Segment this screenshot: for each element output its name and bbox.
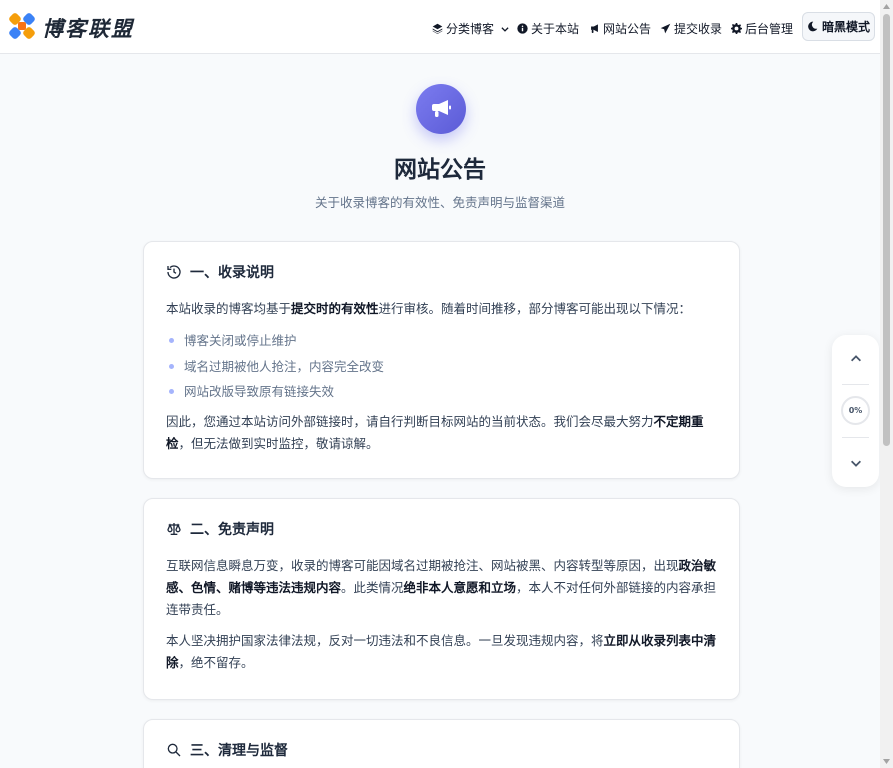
announcement-hero-icon	[416, 84, 466, 134]
section-card-disclaimer: 二、免责声明 互联网信息瞬息万变，收录的博客可能因域名过期被抢注、网站被黑、内容…	[143, 498, 740, 700]
list-item: 博客关闭或停止维护	[166, 328, 717, 354]
gear-icon	[731, 23, 742, 34]
nav-admin[interactable]: 后台管理	[731, 20, 793, 37]
bullhorn-icon	[432, 100, 451, 117]
scroll-top-button[interactable]	[832, 344, 879, 374]
section-paragraph: 本人坚决拥护国家法律法规，反对一切违法和不良信息。一旦发现违规内容，将立即从收录…	[166, 633, 717, 670]
divider	[842, 384, 869, 385]
section-paragraph: 因此，您通过本站访问外部链接时，请自行判断目标网站的当前状态。我们会尽最大努力不…	[166, 413, 704, 451]
chevron-down-icon	[501, 26, 509, 32]
chevron-down-icon	[850, 460, 861, 467]
nav-label: 关于本站	[531, 22, 580, 36]
section-card-inclusion: 一、收录说明 本站收录的博客均基于提交时的有效性进行审核。随着时间推移，部分博客…	[143, 241, 740, 479]
dark-mode-label: 暗黑模式	[821, 20, 870, 34]
chevron-up-icon	[850, 355, 861, 362]
section-title: 二、免责声明	[190, 522, 274, 538]
divider	[842, 437, 869, 438]
nav-label: 提交收录	[674, 22, 723, 36]
scroll-widget: 0%	[832, 335, 879, 487]
section-header: 三、清理与监督	[166, 740, 717, 760]
nav-label: 分类博客	[446, 22, 495, 36]
section-title: 三、清理与监督	[190, 743, 288, 759]
section-paragraph: 本站收录的博客均基于提交时的有效性进行审核。随着时间推移，部分博客可能出现以下情…	[166, 301, 692, 316]
section-header: 一、收录说明	[166, 262, 717, 282]
page-subtitle: 关于收录博客的有效性、免责声明与监督渠道	[314, 195, 565, 210]
nav-announcement[interactable]: 网站公告	[589, 20, 651, 37]
layers-icon	[432, 23, 443, 34]
nav-label: 网站公告	[603, 22, 652, 36]
site-brand[interactable]: 博客联盟	[42, 13, 134, 43]
scale-balance-icon	[167, 523, 181, 535]
top-navbar: 博客联盟 分类博客 关于本站 网站公告 提交收录 后台管理 暗黑模式	[0, 0, 880, 54]
bullhorn-icon	[591, 24, 598, 33]
page-title: 网站公告	[394, 157, 486, 183]
moon-icon	[808, 21, 818, 32]
section-paragraph: 互联网信息瞬息万变，收录的博客可能因域名过期被抢注、网站被黑、内容转型等原因，出…	[166, 558, 717, 617]
scroll-progress: 0%	[841, 396, 870, 425]
scroll-bottom-button[interactable]	[832, 448, 879, 478]
search-icon	[167, 743, 181, 757]
site-logo-icon[interactable]	[8, 12, 36, 40]
paper-plane-icon	[660, 23, 671, 34]
history-icon	[167, 265, 181, 279]
section-card-supervision: 三、清理与监督	[143, 719, 740, 768]
scroll-down-arrow-icon[interactable]	[882, 757, 891, 765]
nav-category-blogs[interactable]: 分类博客	[432, 20, 510, 37]
section-header: 二、免责声明	[166, 519, 717, 539]
section-title: 一、收录说明	[190, 265, 274, 281]
nav-submit[interactable]: 提交收录	[660, 20, 722, 37]
nav-label: 后台管理	[745, 22, 794, 36]
dark-mode-button[interactable]: 暗黑模式	[802, 12, 875, 41]
nav-about[interactable]: 关于本站	[517, 20, 579, 37]
info-icon	[517, 23, 528, 34]
status-list: 博客关闭或停止维护 域名过期被他人抢注，内容完全改变 网站改版导致原有链接失效	[166, 328, 717, 405]
list-item: 网站改版导致原有链接失效	[166, 379, 717, 405]
scroll-up-arrow-icon[interactable]	[882, 3, 891, 11]
list-item: 域名过期被他人抢注，内容完全改变	[166, 354, 717, 380]
scrollbar-thumb[interactable]	[883, 14, 890, 446]
